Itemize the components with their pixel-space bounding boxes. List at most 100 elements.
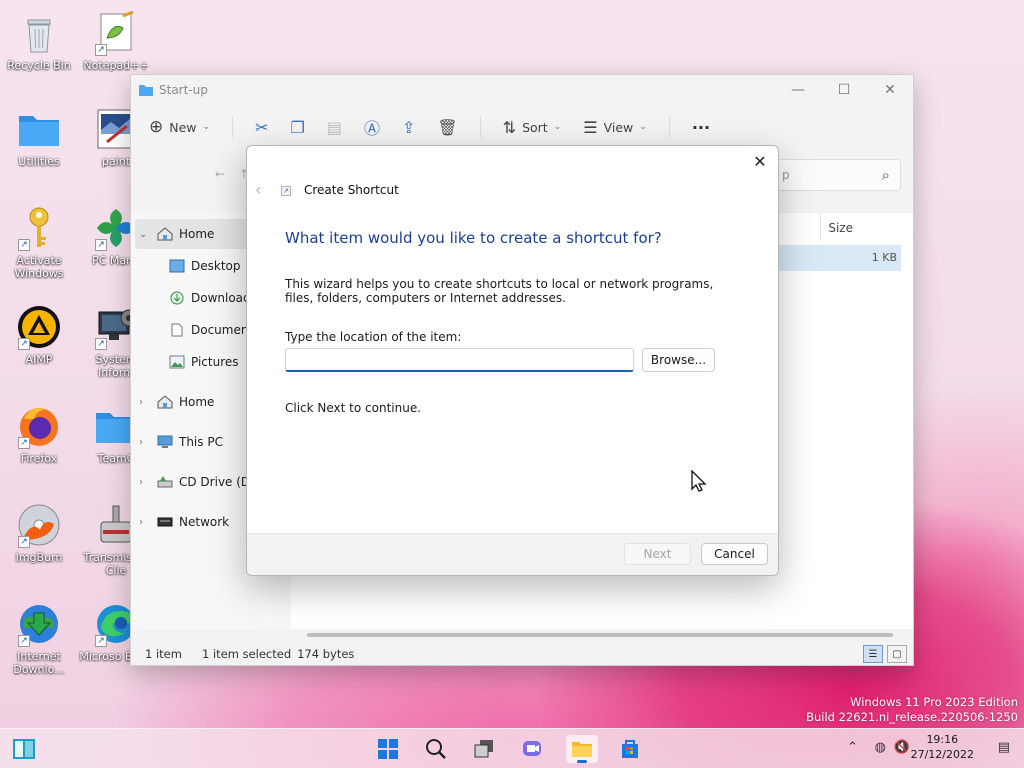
file-explorer-taskbar-button[interactable] bbox=[566, 735, 598, 763]
view-button[interactable]: ☰ View ⌄ bbox=[583, 118, 647, 137]
chevron-right-icon: › bbox=[139, 436, 143, 448]
tray-chevron-up-icon[interactable]: ⌃ bbox=[847, 740, 858, 755]
back-arrow-icon[interactable]: ← bbox=[215, 167, 225, 181]
status-bar: 1 item 1 item selected 174 bytes bbox=[145, 647, 354, 661]
sort-button[interactable]: ⇅ Sort ⌄ bbox=[503, 118, 562, 137]
nav-item-downloads[interactable]: Downloads bbox=[169, 291, 257, 305]
nav-item-this-pc[interactable]: › This PC bbox=[139, 435, 223, 449]
desktop-icon-activate-windows[interactable]: ↗ Activate Windows bbox=[1, 205, 77, 280]
widgets-button[interactable] bbox=[8, 735, 40, 763]
next-button[interactable]: Next bbox=[624, 543, 691, 565]
desktop-icon-imgburn[interactable]: ↗ ImgBurn bbox=[1, 502, 77, 564]
dialog-close-button[interactable]: ✕ bbox=[750, 152, 770, 172]
active-app-indicator bbox=[577, 760, 587, 763]
sort-arrows-icon: ⇅ bbox=[502, 117, 517, 137]
chat-icon bbox=[523, 741, 541, 756]
location-input[interactable] bbox=[285, 348, 634, 372]
share-button[interactable]: ⇪ bbox=[402, 118, 415, 137]
rename-button[interactable]: Ⓐ bbox=[364, 115, 380, 139]
task-view-button[interactable] bbox=[468, 735, 500, 763]
maximize-button[interactable]: ☐ bbox=[821, 75, 867, 105]
teams-chat-button[interactable] bbox=[516, 735, 548, 763]
windows-logo-icon bbox=[378, 739, 398, 759]
chevron-down-icon: ⌄ bbox=[139, 228, 148, 240]
tiles-view-button[interactable]: ▢ bbox=[887, 645, 907, 663]
desktop-icon-notepadpp[interactable]: ↗ Notepad++ bbox=[78, 10, 154, 72]
search-box[interactable]: p ⌕ bbox=[773, 159, 901, 191]
paste-button[interactable]: ▤ bbox=[327, 118, 342, 137]
desktop-icon-label: Activate Windows bbox=[14, 254, 64, 280]
folder-icon bbox=[572, 742, 592, 757]
minimize-button[interactable]: — bbox=[775, 75, 821, 105]
aimp-icon: ↗ bbox=[16, 304, 62, 350]
trash-icon: 🗑 bbox=[437, 117, 458, 137]
back-arrow-icon[interactable]: ‹ bbox=[255, 180, 261, 199]
shortcut-arrow-icon: ↗ bbox=[95, 44, 107, 56]
shortcut-arrow-icon: ↗ bbox=[18, 437, 30, 449]
start-button[interactable] bbox=[372, 735, 404, 763]
document-icon bbox=[171, 323, 183, 337]
horizontal-scrollbar[interactable] bbox=[307, 633, 893, 637]
search-icon: ⌕ bbox=[881, 166, 890, 184]
cancel-button[interactable]: Cancel bbox=[701, 543, 768, 565]
nav-item-pictures[interactable]: Pictures bbox=[169, 355, 239, 369]
desktop-icon-firefox[interactable]: ↗ Firefox bbox=[1, 403, 77, 465]
network-icon bbox=[157, 517, 173, 527]
status-bytes: 174 bytes bbox=[297, 647, 355, 661]
nav-item-network[interactable]: › Network bbox=[139, 515, 229, 529]
dialog-footer: Next Cancel bbox=[247, 533, 778, 575]
new-button[interactable]: ⊕ New ⌄ bbox=[149, 117, 210, 137]
nav-label: Home bbox=[179, 395, 215, 409]
rename-icon: Ⓐ bbox=[363, 119, 380, 138]
delete-button[interactable]: 🗑 bbox=[437, 118, 457, 137]
desktop-icon-label: ImgBurn bbox=[15, 551, 63, 564]
dialog-heading: What item would you like to create a sho… bbox=[285, 229, 662, 247]
home-icon bbox=[157, 395, 173, 409]
nav-label: This PC bbox=[179, 435, 223, 449]
nav-item-home[interactable]: ⌄ Home bbox=[139, 227, 214, 241]
store-button[interactable] bbox=[614, 735, 646, 763]
browse-button[interactable]: Browse... bbox=[642, 348, 715, 372]
download-icon bbox=[170, 291, 184, 305]
clock-time: 19:16 bbox=[926, 733, 959, 746]
shortcut-arrow-icon: ↗ bbox=[95, 635, 107, 647]
search-taskbar-button[interactable] bbox=[420, 735, 452, 763]
cd-drive-icon bbox=[157, 476, 173, 488]
status-item-count: 1 item bbox=[145, 647, 182, 661]
copy-button[interactable]: ❐ bbox=[290, 118, 304, 137]
clock-date: 27/12/2022 bbox=[910, 748, 974, 761]
chevron-right-icon: › bbox=[139, 516, 143, 528]
close-window-button[interactable]: ✕ bbox=[867, 75, 913, 105]
folder-icon bbox=[16, 106, 62, 152]
desktop-icon-utilities[interactable]: Utilities bbox=[1, 106, 77, 168]
nav-label: Home bbox=[179, 227, 215, 241]
watermark-build: Build 22621.ni_release.220506-1250 bbox=[806, 710, 1018, 724]
details-view-button[interactable]: ☰ bbox=[863, 645, 883, 663]
cut-button[interactable]: ✂ bbox=[255, 118, 268, 137]
nav-item-cd-drive[interactable]: › CD Drive (D: bbox=[139, 475, 254, 489]
more-options-button[interactable]: ··· bbox=[692, 118, 710, 137]
desktop-icon-aimp[interactable]: ↗ AIMP bbox=[1, 304, 77, 366]
nav-label: Desktop bbox=[191, 259, 241, 273]
notifications-icon[interactable]: ▤ bbox=[998, 740, 1010, 755]
taskbar: ⌃ ◍ 🔇 19:16 27/12/2022 ▤ bbox=[0, 728, 1024, 768]
notepadpp-icon: ↗ bbox=[93, 10, 139, 56]
explorer-titlebar[interactable]: Start-up — ☐ ✕ bbox=[131, 75, 913, 105]
nav-item-home-2[interactable]: › Home bbox=[139, 395, 214, 409]
window-title: Start-up bbox=[159, 83, 208, 97]
nav-item-desktop[interactable]: Desktop bbox=[169, 259, 241, 273]
row-size-value: 1 KB bbox=[871, 251, 897, 264]
language-globe-icon[interactable]: ◍ bbox=[875, 740, 886, 755]
clock[interactable]: 19:16 27/12/2022 bbox=[911, 732, 974, 762]
view-toggles: ☰ ▢ bbox=[863, 645, 907, 663]
chevron-right-icon: › bbox=[139, 396, 143, 408]
desktop-icon-label: Recycle Bin bbox=[7, 59, 71, 72]
volume-muted-icon[interactable]: 🔇 bbox=[894, 740, 910, 755]
desktop-icon-internet-download-manager[interactable]: ↗ Internet Downlo... bbox=[1, 601, 77, 676]
share-icon: ⇪ bbox=[401, 117, 416, 137]
toolbar-divider bbox=[668, 116, 670, 138]
desktop-icon-recycle-bin[interactable]: Recycle Bin bbox=[1, 10, 77, 72]
column-header-size[interactable]: Size bbox=[828, 221, 853, 235]
continue-instruction: Click Next to continue. bbox=[285, 401, 422, 415]
search-placeholder: p bbox=[782, 168, 790, 182]
